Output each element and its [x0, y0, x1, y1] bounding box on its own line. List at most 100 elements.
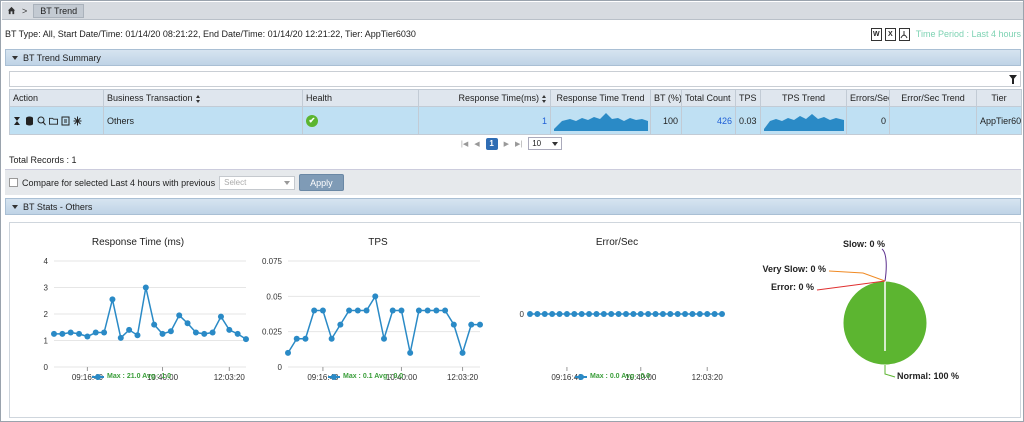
- data-point: [302, 335, 309, 342]
- data-point: [398, 307, 405, 314]
- report-icon[interactable]: [61, 116, 70, 126]
- prev-page-icon[interactable]: ◀: [474, 140, 479, 148]
- data-point: [711, 311, 718, 317]
- word-icon[interactable]: W: [870, 27, 882, 41]
- y-tick-label: 0: [278, 363, 283, 372]
- data-point: [424, 307, 431, 314]
- y-tick-label: 0.075: [262, 257, 283, 266]
- col-response-time[interactable]: Response Time(ms): [418, 89, 551, 107]
- data-point: [696, 311, 703, 317]
- col-business-transaction[interactable]: Business Transaction: [103, 89, 303, 107]
- settings-icon[interactable]: [73, 116, 82, 126]
- data-point: [234, 330, 241, 337]
- col-tier[interactable]: Tier: [976, 89, 1022, 107]
- data-point: [637, 311, 644, 317]
- data-point: [363, 307, 370, 314]
- table-row[interactable]: Others ✔ 1 100 426 0.03 0 AppTier60: [9, 106, 1022, 135]
- data-point: [381, 335, 387, 342]
- next-page-icon[interactable]: ▶: [504, 140, 509, 148]
- response-time-cell[interactable]: 1: [418, 106, 551, 135]
- bt-summary-table: Action Business Transaction Health Respo…: [9, 89, 1022, 135]
- data-point: [84, 333, 91, 340]
- chart-title-response-time: Response Time (ms): [91, 237, 185, 248]
- bt-trend-summary-header[interactable]: BT Trend Summary: [5, 49, 1021, 66]
- data-point: [442, 307, 449, 314]
- apply-button[interactable]: Apply: [299, 174, 344, 191]
- check-icon: ✔: [306, 114, 318, 127]
- filter-icon[interactable]: [1009, 75, 1017, 84]
- data-point: [541, 311, 548, 317]
- data-point: [151, 321, 158, 328]
- data-point: [243, 336, 249, 343]
- data-point: [159, 330, 166, 337]
- data-point: [468, 321, 475, 328]
- legend-error-sec: Max : 0.0 Avg : 0.0: [575, 373, 650, 380]
- bt-stats-panel: Response Time (ms) 0 1 2 3 4 09:16:40 10:40:00…: [9, 222, 1021, 418]
- x-tick-label: 12:03:20: [214, 373, 246, 382]
- data-point: [92, 329, 99, 336]
- data-point: [328, 335, 335, 342]
- current-page[interactable]: 1: [485, 137, 498, 150]
- x-tick-label: 12:03:20: [447, 373, 479, 382]
- last-page-icon[interactable]: ▶|: [515, 140, 522, 148]
- tier-cell[interactable]: AppTier6030: [976, 106, 1022, 135]
- col-errors-sec[interactable]: Errors/Sec: [846, 89, 890, 107]
- hourglass-icon[interactable]: [13, 116, 22, 126]
- col-response-time-trend: Response Time Trend: [550, 89, 651, 107]
- data-point: [659, 311, 666, 317]
- data-point: [549, 311, 556, 317]
- data-point: [459, 349, 466, 356]
- bt-trend-window: > BT Trend BT Type: All, Start Date/Time…: [0, 0, 1024, 422]
- bt-stats-header[interactable]: BT Stats - Others: [5, 198, 1021, 215]
- time-period-link[interactable]: Time Period : Last 4 hours: [916, 29, 1021, 39]
- pdf-icon[interactable]: [898, 27, 910, 41]
- data-point: [59, 330, 66, 337]
- excel-icon[interactable]: X: [884, 27, 896, 41]
- pagination: |◀ ◀ 1 ▶ ▶| 10: [461, 137, 563, 150]
- data-point: [450, 321, 457, 328]
- breadcrumb-current[interactable]: BT Trend: [33, 3, 85, 18]
- home-icon[interactable]: [6, 6, 16, 16]
- data-point: [109, 296, 116, 303]
- data-point: [346, 307, 353, 314]
- data-point: [652, 311, 659, 317]
- business-transaction-cell[interactable]: Others: [103, 106, 303, 135]
- data-point: [689, 311, 696, 317]
- collapse-icon: [12, 204, 18, 209]
- compare-checkbox[interactable]: [9, 178, 18, 187]
- compare-select[interactable]: Select: [219, 175, 296, 190]
- data-point: [372, 293, 379, 300]
- total-count-cell[interactable]: 426: [681, 106, 736, 135]
- data-point: [354, 307, 361, 314]
- col-total-count[interactable]: Total Count: [681, 89, 736, 107]
- legend-marker: [575, 373, 587, 380]
- col-action: Action: [9, 89, 104, 107]
- first-page-icon[interactable]: |◀: [461, 140, 468, 148]
- y-tick-label: 0.025: [262, 328, 283, 337]
- data-point: [184, 320, 191, 327]
- x-tick-label: 12:03:20: [692, 373, 724, 382]
- chart-title-tps: TPS: [368, 237, 388, 248]
- page-size-select[interactable]: 10: [528, 137, 563, 150]
- data-point: [578, 311, 585, 317]
- data-point: [209, 329, 216, 336]
- data-point: [674, 311, 681, 317]
- col-bt-pct[interactable]: BT (%): [650, 89, 682, 107]
- data-point: [586, 311, 593, 317]
- y-tick-label: 4: [44, 257, 49, 266]
- collapse-icon: [12, 55, 18, 60]
- data-point: [667, 311, 674, 317]
- data-point: [167, 328, 174, 335]
- database-icon[interactable]: [25, 116, 34, 126]
- sort-icon: [542, 94, 547, 103]
- search-icon[interactable]: [37, 116, 46, 126]
- y-tick-label: 1: [44, 337, 49, 346]
- col-tps[interactable]: TPS: [735, 89, 761, 107]
- bt-info-text: BT Type: All, Start Date/Time: 01/14/20 …: [5, 29, 416, 39]
- col-health[interactable]: Health: [302, 89, 419, 107]
- compare-label: Compare for selected Last 4 hours with p…: [22, 177, 216, 188]
- folder-icon[interactable]: [49, 116, 58, 126]
- tps-sparkline: [764, 113, 844, 131]
- data-point: [477, 321, 483, 328]
- y-tick-label: 3: [44, 284, 49, 293]
